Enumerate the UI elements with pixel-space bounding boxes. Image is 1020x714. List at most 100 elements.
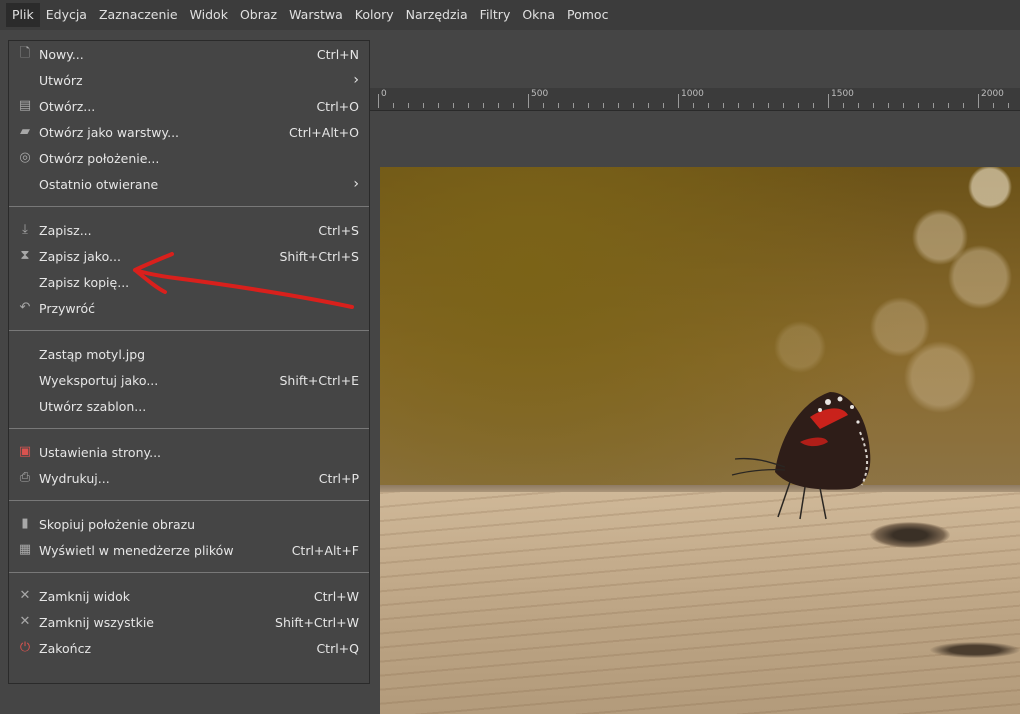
- ruler-tick: [783, 103, 784, 108]
- menu-item-zakończ[interactable]: ⏻ Zakończ Ctrl+Q: [9, 635, 369, 661]
- menubar-item-filtry[interactable]: Filtry: [474, 3, 517, 27]
- menu-item-shortcut: Ctrl+W: [313, 588, 359, 604]
- submenu-arrow-icon: ›: [353, 176, 359, 192]
- menu-item-shortcut: Ctrl+Alt+F: [291, 542, 359, 558]
- ruler-tick: [948, 103, 949, 108]
- ruler-tick: [1008, 103, 1009, 108]
- menu-item-utwórz-szablon[interactable]: Utwórz szablon...: [9, 393, 369, 419]
- menu-item-wyświetl-w-menedżerze-plików[interactable]: ▦ Wyświetl w menedżerze plików Ctrl+Alt+F: [9, 537, 369, 563]
- ruler-tick: [813, 103, 814, 108]
- menu-item-shortcut: Ctrl+N: [316, 46, 359, 62]
- menu-item-zamknij-wszystkie[interactable]: ✕ Zamknij wszystkie Shift+Ctrl+W: [9, 609, 369, 635]
- menu-item-label: Zapisz...: [39, 222, 92, 238]
- ruler-tick: [648, 103, 649, 108]
- ruler-tick: [543, 103, 544, 108]
- menu-item-label: Wyeksportuj jako...: [39, 372, 159, 388]
- ruler-tick: [918, 103, 919, 108]
- menu-item-shortcut: Ctrl+Q: [316, 640, 359, 656]
- menu-separator: [9, 428, 369, 429]
- save-as-icon: ⧗: [20, 248, 30, 263]
- menubar-item-kolory[interactable]: Kolory: [349, 3, 400, 27]
- page-setup-icon: ▣: [18, 444, 32, 459]
- menu-item-zastąp-motyl-jpg[interactable]: Zastąp motyl.jpg: [9, 341, 369, 367]
- ruler-tick: [978, 94, 979, 108]
- ruler-tick: [678, 94, 679, 108]
- open-icon: ▤: [18, 98, 32, 113]
- new-document-icon: 🗋: [19, 46, 31, 61]
- ruler-tick: [828, 94, 829, 108]
- ruler-tick: [453, 103, 454, 108]
- menu-separator: [9, 206, 369, 207]
- ruler-tick: [843, 103, 844, 108]
- menu-item-otwórz-położenie[interactable]: ◎ Otwórz położenie...: [9, 145, 369, 171]
- menubar-item-pomoc[interactable]: Pomoc: [561, 3, 614, 27]
- menu-item-skopiuj-położenie-obrazu[interactable]: ▮ Skopiuj położenie obrazu: [9, 511, 369, 537]
- menubar-item-plik[interactable]: Plik: [6, 3, 40, 27]
- ruler-tick: [558, 103, 559, 108]
- ruler-label: 1000: [681, 89, 704, 99]
- ruler-label: 500: [531, 89, 549, 99]
- ruler-tick: [903, 103, 904, 108]
- menu-item-shortcut: Ctrl+P: [318, 470, 359, 486]
- menu-item-zapisz-kopię[interactable]: Zapisz kopię...: [9, 269, 369, 295]
- menu-item-zapisz-jako[interactable]: ⧗ Zapisz jako... Shift+Ctrl+S: [9, 243, 369, 269]
- menu-item-label: Utwórz: [39, 72, 83, 88]
- horizontal-ruler: 0 500 1000 1500 2000: [370, 88, 1020, 111]
- menu-item-zapisz[interactable]: ⤓ Zapisz... Ctrl+S: [9, 217, 369, 243]
- ruler-tick: [378, 94, 379, 108]
- ruler-tick: [633, 103, 634, 108]
- menu-item-otwórz-jako-warstwy[interactable]: ▰ Otwórz jako warstwy... Ctrl+Alt+O: [9, 119, 369, 145]
- close-all-icon: ✕: [19, 614, 31, 629]
- menu-item-label: Zamknij widok: [39, 588, 130, 604]
- ruler-tick: [393, 103, 394, 108]
- menu-item-shortcut: Ctrl+O: [316, 98, 359, 114]
- quit-icon: ⏻: [19, 640, 31, 655]
- menu-separator: [9, 330, 369, 331]
- menubar-item-obraz[interactable]: Obraz: [234, 3, 283, 27]
- menubar-item-widok[interactable]: Widok: [184, 3, 234, 27]
- revert-icon: ↶: [19, 300, 31, 315]
- menu-item-label: Zamknij wszystkie: [39, 614, 154, 630]
- ruler-tick: [723, 103, 724, 108]
- ruler-tick: [768, 103, 769, 108]
- save-icon: ⤓: [22, 222, 28, 237]
- menu-item-utwórz[interactable]: Utwórz ›: [9, 67, 369, 93]
- image-canvas[interactable]: [380, 167, 1020, 714]
- copy-location-icon: ▮: [21, 516, 29, 531]
- ruler-tick: [858, 103, 859, 108]
- menu-item-ostatnio-otwierane[interactable]: Ostatnio otwierane ›: [9, 171, 369, 197]
- ruler-tick: [573, 103, 574, 108]
- ruler-tick: [438, 103, 439, 108]
- menu-item-label: Zapisz jako...: [39, 248, 121, 264]
- menu-item-label: Ustawienia strony...: [39, 444, 162, 460]
- menu-item-otwórz[interactable]: ▤ Otwórz... Ctrl+O: [9, 93, 369, 119]
- menu-item-przywróć[interactable]: ↶ Przywróć: [9, 295, 369, 321]
- menu-item-label: Wydrukuj...: [39, 470, 110, 486]
- open-location-icon: ◎: [19, 150, 31, 165]
- ruler-tick: [603, 103, 604, 108]
- menu-item-wydrukuj[interactable]: ⎙ Wydrukuj... Ctrl+P: [9, 465, 369, 491]
- menubar-item-zaznaczenie[interactable]: Zaznaczenie: [93, 3, 184, 27]
- menu-item-label: Otwórz położenie...: [39, 150, 160, 166]
- menu-item-zamknij-widok[interactable]: ✕ Zamknij widok Ctrl+W: [9, 583, 369, 609]
- menubar-item-warstwa[interactable]: Warstwa: [283, 3, 349, 27]
- menu-item-ustawienia-strony[interactable]: ▣ Ustawienia strony...: [9, 439, 369, 465]
- menu-item-nowy[interactable]: 🗋 Nowy... Ctrl+N: [9, 41, 369, 67]
- file-manager-icon: ▦: [18, 542, 32, 557]
- menu-item-label: Ostatnio otwierane: [39, 176, 159, 192]
- ruler-tick: [408, 103, 409, 108]
- menubar-item-edycja[interactable]: Edycja: [40, 3, 93, 27]
- ruler-tick: [708, 103, 709, 108]
- menubar-item-narzędzia[interactable]: Narzędzia: [400, 3, 474, 27]
- file-menu-dropdown: 🗋 Nowy... Ctrl+N Utwórz › ▤ Otwórz... Ctrl+O ▰ Ot…: [8, 40, 370, 684]
- ruler-tick: [993, 103, 994, 108]
- menu-item-shortcut: Shift+Ctrl+W: [275, 614, 359, 630]
- ruler-tick: [663, 103, 664, 108]
- ruler-tick: [873, 103, 874, 108]
- menubar-item-okna[interactable]: Okna: [516, 3, 561, 27]
- menu-item-label: Otwórz...: [39, 98, 96, 114]
- menu-item-wyeksportuj-jako[interactable]: Wyeksportuj jako... Shift+Ctrl+E: [9, 367, 369, 393]
- menu-item-label: Skopiuj położenie obrazu: [39, 516, 196, 532]
- menu-separator: [9, 572, 369, 573]
- menu-item-shortcut: Ctrl+S: [318, 222, 359, 238]
